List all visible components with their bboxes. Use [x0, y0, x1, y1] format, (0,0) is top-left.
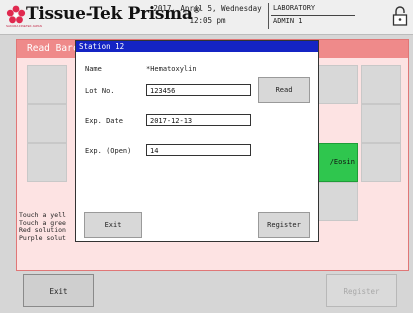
- exp-date-field[interactable]: 2017-12-13: [146, 114, 251, 126]
- user-info: LABORATORY ADMIN 1: [268, 3, 379, 29]
- station-dialog: Station 12 Name *Hematoxylin Lot No. 123…: [75, 40, 319, 242]
- dialog-title-bar: Station 12: [76, 41, 318, 52]
- user-info-divider: [271, 15, 355, 16]
- register-button[interactable]: Register: [326, 274, 397, 307]
- station-cell[interactable]: [318, 65, 358, 104]
- panel-title: Read Barc: [27, 43, 79, 54]
- user-name: ADMIN 1: [273, 17, 303, 25]
- instruction-notes: Touch a yell Touch a gree Red solution Purp…: [19, 211, 66, 242]
- station-cell[interactable]: [318, 182, 358, 221]
- date-text: 2017, April 5, Wednesday: [153, 4, 262, 13]
- dialog-title: Station 12: [79, 42, 125, 51]
- station-cell-label: /Eosin: [329, 158, 355, 166]
- name-label: Name: [85, 65, 102, 73]
- exp-open-field[interactable]: 14: [146, 144, 251, 156]
- read-button[interactable]: Read: [258, 77, 310, 103]
- exit-button[interactable]: Exit: [23, 274, 94, 307]
- time-text: 12:05 pm: [189, 16, 226, 25]
- exp-open-label: Exp. (Open): [85, 147, 132, 155]
- station-cell[interactable]: [27, 104, 67, 143]
- exp-date-label: Exp. Date: [85, 117, 123, 125]
- station-cell[interactable]: [361, 65, 401, 104]
- top-bar: Tissue-Tek Prisma® SAKURA FINETEK JAPAN …: [0, 0, 413, 35]
- date-time-display: 2017, April 5, Wednesday 12:05 pm: [150, 3, 265, 27]
- station-cell[interactable]: [27, 65, 67, 104]
- dialog-exit-button[interactable]: Exit: [84, 212, 142, 238]
- lot-number-field[interactable]: 123456: [146, 84, 251, 96]
- brand-tagline: SAKURA FINETEK JAPAN: [6, 24, 42, 28]
- lock-icon[interactable]: [391, 5, 409, 27]
- sakura-logo-icon: [6, 5, 26, 24]
- note-line: Purple solut: [19, 233, 66, 242]
- station-cell-eosin[interactable]: /Eosin: [318, 143, 358, 182]
- station-cell[interactable]: [361, 104, 401, 143]
- location-text: LABORATORY: [273, 4, 316, 12]
- dialog-register-button[interactable]: Register: [258, 212, 310, 238]
- name-value: *Hematoxylin: [146, 65, 197, 73]
- brand-logo: Tissue-Tek Prisma® SAKURA FINETEK JAPAN: [6, 3, 201, 29]
- station-cell[interactable]: [361, 143, 401, 182]
- lot-number-label: Lot No.: [85, 87, 115, 95]
- station-cell[interactable]: [27, 143, 67, 182]
